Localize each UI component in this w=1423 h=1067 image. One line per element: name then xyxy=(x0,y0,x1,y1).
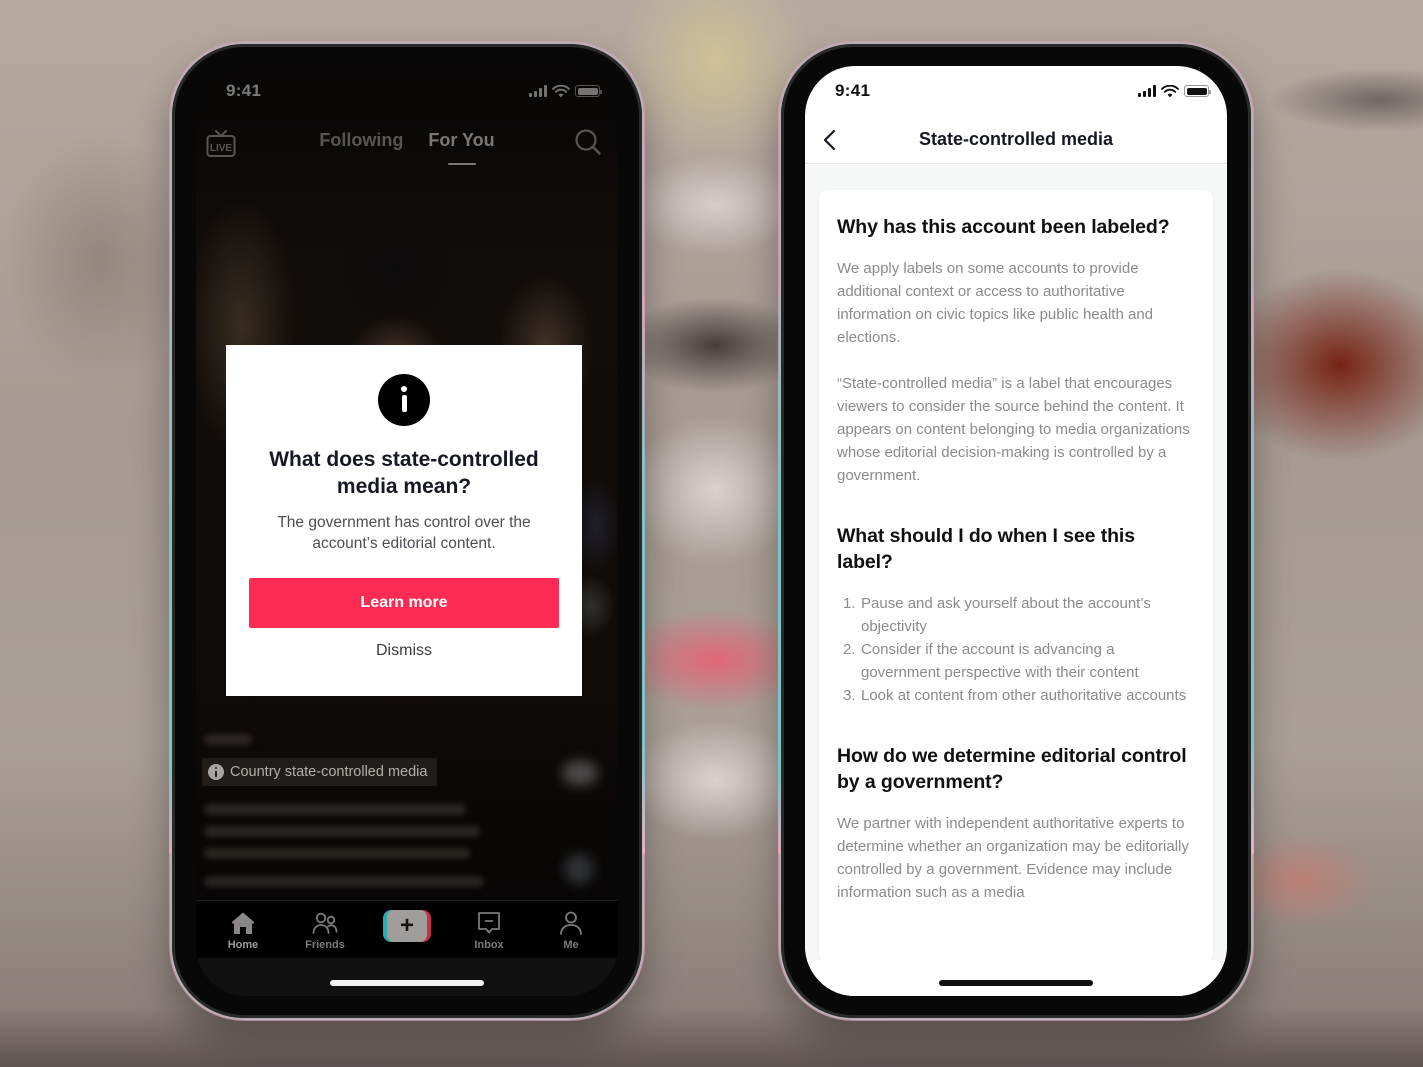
share-icon[interactable] xyxy=(562,760,598,786)
nav-inbox[interactable]: Inbox xyxy=(457,909,521,951)
page-header: State-controlled media xyxy=(805,116,1227,164)
state-media-label-chip[interactable]: Country state-controlled media xyxy=(202,758,438,786)
info-icon xyxy=(208,764,224,780)
nav-friends[interactable]: Friends xyxy=(293,909,357,951)
dialog-body: The government has control over the acco… xyxy=(277,514,531,552)
plus-icon: + xyxy=(387,909,427,942)
status-bar: 9:41 xyxy=(805,66,1227,116)
right-phone-screen: 9:41 State-controlled media Why has this… xyxy=(805,66,1227,996)
blurred-username xyxy=(204,734,252,745)
dialog-title: What does state-controlled media mean? xyxy=(269,448,539,498)
home-indicator[interactable] xyxy=(939,980,1093,986)
state-media-label-text: Country state-controlled media xyxy=(230,764,428,780)
info-card: Why has this account been labeled? We ap… xyxy=(819,190,1213,962)
nav-home[interactable]: Home xyxy=(211,909,275,951)
bottom-safe-area xyxy=(805,960,1227,996)
list-item: 2. Consider if the account is advancing a… xyxy=(843,641,1139,681)
back-arrow-icon[interactable] xyxy=(819,128,843,152)
status-time: 9:41 xyxy=(835,81,871,100)
page-title: State-controlled media xyxy=(918,129,1114,149)
create-button[interactable]: + xyxy=(383,909,431,942)
music-disc-icon[interactable] xyxy=(564,854,594,884)
status-icons xyxy=(1138,84,1211,98)
state-media-dialog: What does state-controlled media mean? T… xyxy=(226,345,582,696)
section-paragraph: “State-controlled media” is a label that… xyxy=(837,375,1190,484)
friends-icon xyxy=(312,912,338,934)
guidance-list: 1. Pause and ask yourself about the accou… xyxy=(837,592,1195,707)
section-paragraph: We partner with independent authoritativ… xyxy=(837,815,1189,901)
nav-create[interactable]: + xyxy=(375,909,439,950)
inbox-icon xyxy=(478,911,500,933)
left-phone-frame: 9:41 LIVE Following For You Country stat… xyxy=(169,44,645,1018)
section-heading: How do we determine editorial control by… xyxy=(837,745,1187,793)
section-heading: Why has this account been labeled? xyxy=(837,216,1170,238)
blurred-sound-line xyxy=(204,876,484,887)
blurred-caption-line xyxy=(204,804,466,815)
blurred-caption-line xyxy=(204,848,470,859)
profile-icon xyxy=(560,911,582,935)
cellular-signal-icon xyxy=(1138,85,1156,97)
learn-more-button[interactable]: Learn more xyxy=(249,578,559,628)
nav-me[interactable]: Me xyxy=(539,909,603,951)
bottom-nav: Home Friends + Inbox Me xyxy=(196,900,618,958)
section-paragraph: We apply labels on some accounts to prov… xyxy=(837,260,1154,346)
list-item: 1. Pause and ask yourself about the accou… xyxy=(843,595,1151,635)
dismiss-button[interactable]: Dismiss xyxy=(376,642,432,660)
home-indicator[interactable] xyxy=(330,980,484,986)
right-phone-frame: 9:41 State-controlled media Why has this… xyxy=(778,44,1254,1018)
list-item: 3. Look at content from other authoritati… xyxy=(843,687,1187,704)
battery-icon xyxy=(1184,85,1211,97)
home-icon xyxy=(232,912,254,934)
nav-me-label: Me xyxy=(563,938,579,951)
left-phone-screen: 9:41 LIVE Following For You Country stat… xyxy=(196,66,618,996)
home-indicator-area xyxy=(196,958,618,996)
nav-friends-label: Friends xyxy=(305,938,345,951)
nav-inbox-label: Inbox xyxy=(474,938,504,951)
info-icon xyxy=(378,374,430,426)
page-body[interactable]: Why has this account been labeled? We ap… xyxy=(805,165,1227,996)
blurred-caption-line xyxy=(204,826,480,837)
section-heading: What should I do when I see this label? xyxy=(837,525,1135,573)
background-shade xyxy=(0,1007,1423,1067)
nav-home-label: Home xyxy=(227,938,259,951)
wifi-icon xyxy=(1161,84,1179,97)
